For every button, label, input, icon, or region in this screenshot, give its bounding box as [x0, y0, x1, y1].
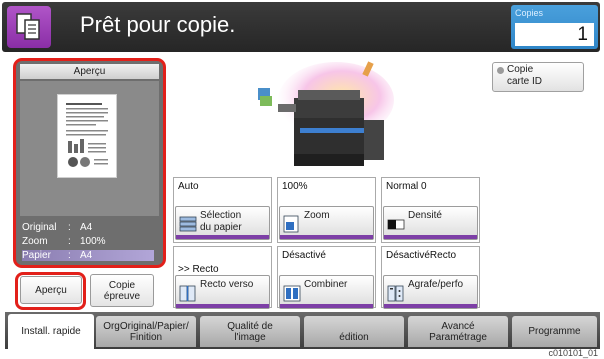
header-bar: Prêt pour copie. Copies 1 — [2, 2, 600, 52]
tab-original-paper-finishing-label-line1: OrgOriginal/Papier/ — [103, 320, 189, 332]
combine-tile: Désactivé Combiner — [277, 246, 376, 309]
info-value: A4 — [80, 222, 93, 233]
proof-copy-button[interactable]: Copie épreuve — [90, 274, 154, 307]
info-key: Papier — [22, 250, 51, 261]
tab-original-paper-finishing-label-line2: Finition — [129, 331, 163, 343]
function-tab-bar: Install. rapide OrgOriginal/Papier/ Fini… — [5, 312, 600, 349]
tab-quick-setup-label: Install. rapide — [21, 326, 81, 337]
figure-code: c010101_01 — [548, 348, 598, 358]
duplex-tile: >> Recto Recto verso — [173, 246, 272, 309]
tab-program[interactable]: Programme — [512, 316, 597, 347]
tab-image-quality-label-line1: Qualité de — [227, 320, 273, 332]
tab-image-quality-label-line2: l'image — [234, 331, 266, 343]
copy-icon — [7, 6, 51, 48]
tab-image-quality[interactable]: Qualité de l'image — [200, 316, 300, 347]
tile-accent-bar — [280, 304, 373, 308]
info-paper: Papier: A4 — [22, 250, 154, 261]
tile-accent-bar — [280, 235, 373, 239]
id-card-copy-label-line2: carte ID — [507, 76, 543, 87]
info-separator: : — [68, 236, 71, 247]
density-value: Normal 0 — [386, 181, 427, 192]
copies-label: Copies — [515, 8, 544, 18]
tile-accent-bar — [384, 235, 477, 239]
combine-button[interactable]: Combiner — [279, 275, 374, 309]
density-tile: Normal 0 Densité — [381, 177, 480, 243]
zoom-tile: 100% Zoom — [277, 177, 376, 243]
staple-punch-icon — [387, 285, 404, 302]
paper-selection-tile: Auto Sélection du papier — [173, 177, 272, 243]
duplex-icon — [179, 285, 196, 302]
staple-value: DésactivéRecto — [386, 250, 457, 261]
copies-counter[interactable]: Copies 1 — [511, 5, 598, 49]
duplex-button[interactable]: Recto verso — [175, 275, 270, 309]
multifunction-printer-illustration — [248, 60, 398, 172]
zoom-button[interactable]: Zoom — [279, 206, 374, 240]
proof-copy-label-line2: épreuve — [103, 290, 141, 302]
tile-accent-bar — [384, 304, 477, 308]
preview-title: Aperçu — [20, 64, 159, 79]
tab-layout-edit-label-line2: édition — [339, 331, 369, 343]
preview-area — [20, 81, 159, 216]
density-label: Densité — [408, 210, 442, 221]
indicator-dot-icon — [497, 67, 504, 74]
status-title: Prêt pour copie. — [80, 12, 236, 37]
paper-selection-value: Auto — [178, 181, 199, 192]
combine-value: Désactivé — [282, 250, 326, 261]
combine-icon — [283, 285, 301, 302]
info-separator: : — [68, 222, 71, 233]
staple-button[interactable]: Agrafe/perfo — [383, 275, 478, 309]
tab-layout-edit[interactable]: édition — [304, 316, 404, 347]
info-value: 100% — [80, 236, 106, 247]
preview-panel: Aperçu Original: A4 Zoom: 100% Papier … — [13, 58, 166, 268]
id-card-copy-button[interactable]: Copie carte ID — [492, 62, 584, 92]
tab-advanced-setup[interactable]: Avancé Paramétrage — [408, 316, 508, 347]
staple-tile: DésactivéRecto Agrafe/perfo — [381, 246, 480, 309]
density-button[interactable]: Densité — [383, 206, 478, 240]
duplex-label: Recto verso — [200, 279, 254, 290]
tile-accent-bar — [176, 235, 269, 239]
density-icon — [387, 219, 405, 230]
info-zoom: Zoom:100% — [22, 236, 106, 247]
tab-advanced-setup-label-line1: Avancé — [441, 320, 475, 332]
tab-advanced-setup-label-line2: Paramétrage — [429, 331, 487, 343]
zoom-label: Zoom — [304, 210, 330, 221]
paper-tray-icon — [179, 216, 197, 232]
paper-selection-button[interactable]: Sélection du papier — [175, 206, 270, 240]
combine-label: Combiner — [304, 279, 348, 290]
id-card-copy-label-line1: Copie — [507, 64, 534, 75]
zoom-icon — [283, 215, 299, 233]
document-thumbnail — [57, 94, 117, 178]
info-value: A4 — [80, 250, 93, 261]
duplex-value: >> Recto — [178, 264, 219, 275]
tab-program-label: Programme — [528, 326, 581, 337]
info-key: Original — [22, 222, 57, 233]
tile-accent-bar — [176, 304, 269, 308]
info-separator: : — [68, 250, 71, 261]
proof-copy-label-line1: Copie — [108, 279, 136, 291]
preview-button[interactable]: Aperçu — [20, 276, 82, 304]
staple-label: Agrafe/perfo — [408, 279, 464, 290]
zoom-value: 100% — [282, 181, 308, 192]
tab-original-paper-finishing[interactable]: OrgOriginal/Papier/ Finition — [96, 316, 196, 347]
tab-quick-setup[interactable]: Install. rapide — [8, 314, 94, 349]
info-original: Original: A4 — [22, 222, 92, 233]
info-key: Zoom — [22, 236, 48, 247]
paper-selection-label-line1: Sélection — [200, 210, 242, 221]
copies-value[interactable]: 1 — [515, 23, 594, 46]
tab-layout-edit-label-line1 — [339, 321, 368, 332]
paper-selection-label-line2: du papier — [200, 222, 242, 233]
